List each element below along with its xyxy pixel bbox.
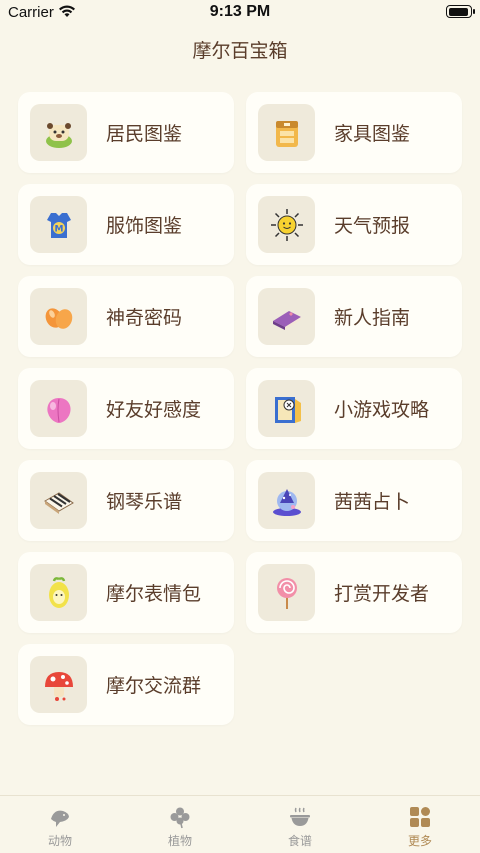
card-label: 打赏开发者 [334, 583, 430, 605]
tab-animals[interactable]: 动物 [0, 796, 120, 853]
card-tip-developer[interactable]: 打赏开发者 [246, 552, 462, 633]
card-label: 服饰图鉴 [106, 215, 183, 237]
tab-label: 动物 [47, 834, 72, 848]
card-furniture-guide[interactable]: 家具图鉴 [246, 92, 462, 173]
card-magic-code[interactable]: 神奇密码 [18, 276, 234, 357]
status-time: 9:13 PM [209, 3, 271, 20]
mushroom-icon [30, 656, 87, 713]
svg-text:M: M [54, 224, 63, 234]
furniture-icon [258, 104, 315, 161]
tab-label: 食谱 [287, 834, 312, 848]
card-minigame-guide[interactable]: 小游戏攻略 [246, 368, 462, 449]
clover-icon [167, 804, 193, 830]
card-piano-score[interactable]: 钢琴乐谱 [18, 460, 234, 541]
status-bar: Carrier 9:13 PM [0, 0, 480, 26]
card-community-group[interactable]: 摩尔交流群 [18, 644, 234, 725]
magic-beans-icon [30, 288, 87, 345]
tab-plants[interactable]: 植物 [120, 796, 240, 853]
card-label: 家具图鉴 [334, 123, 411, 145]
fish-icon [47, 804, 73, 830]
resident-icon [30, 104, 87, 161]
tool-grid: 居民图鉴 家具图鉴 M 服饰图鉴 天气预报 神奇密码 新人指南 好友好感度 小游… [18, 92, 462, 725]
sun-icon [258, 196, 315, 253]
clothing-icon: M [30, 196, 87, 253]
page-title: 摩尔百宝箱 [192, 40, 288, 62]
card-label: 摩尔表情包 [106, 583, 202, 605]
card-clothing-guide[interactable]: M 服饰图鉴 [18, 184, 234, 265]
egg-icon [30, 564, 87, 621]
crystal-ball-icon [258, 472, 315, 529]
card-sticker-pack[interactable]: 摩尔表情包 [18, 552, 234, 633]
tab-label: 更多 [407, 834, 432, 848]
bowl-icon [287, 804, 313, 830]
tab-more[interactable]: 更多 [360, 796, 480, 853]
game-icon [258, 380, 315, 437]
card-label: 新人指南 [334, 307, 411, 329]
card-label: 居民图鉴 [106, 123, 183, 145]
card-weather-forecast[interactable]: 天气预报 [246, 184, 462, 265]
tab-label: 植物 [167, 834, 192, 848]
card-label: 天气预报 [334, 215, 411, 237]
piano-icon [30, 472, 87, 529]
card-newbie-guide[interactable]: 新人指南 [246, 276, 462, 357]
card-friendship[interactable]: 好友好感度 [18, 368, 234, 449]
card-label: 茜茜占卜 [334, 491, 411, 513]
card-label: 摩尔交流群 [106, 675, 202, 697]
more-grid-icon [407, 804, 433, 830]
card-label: 神奇密码 [106, 307, 183, 329]
card-label: 钢琴乐谱 [106, 491, 183, 513]
card-resident-guide[interactable]: 居民图鉴 [18, 92, 234, 173]
lollipop-icon [258, 564, 315, 621]
book-icon [258, 288, 315, 345]
peach-icon [30, 380, 87, 437]
card-label: 小游戏攻略 [334, 399, 430, 421]
battery-icon [446, 5, 475, 18]
card-fortune-telling[interactable]: 茜茜占卜 [246, 460, 462, 541]
card-label: 好友好感度 [106, 399, 202, 421]
tab-bar: 动物 植物 食谱 更多 [0, 795, 480, 853]
tab-recipes[interactable]: 食谱 [240, 796, 360, 853]
